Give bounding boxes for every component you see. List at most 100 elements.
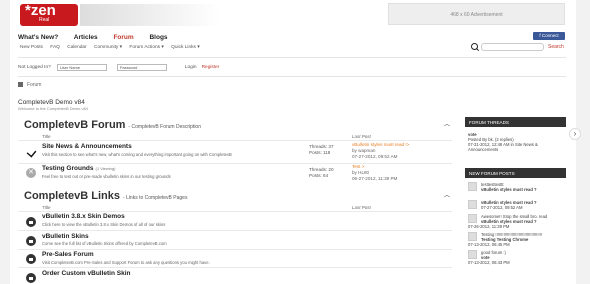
forum-title[interactable]: vBulletin 3.8.x Skin Demos [42,213,125,220]
page: *zen Real 468 x 60 Advertisement What's … [0,0,590,284]
username-field[interactable] [56,64,107,71]
logo-sub: Real [39,17,50,23]
subnav-new-posts[interactable]: New Posts [20,45,43,50]
avatar [468,200,477,209]
col-last-post: Last Post [352,205,371,210]
next-arrow-icon[interactable]: › [569,128,581,140]
avatar [468,232,477,241]
page-title: CompletevB Demo v84 [18,99,85,106]
forum-desc: Visit CompletevB.com Pre-Sales and Suppo… [42,260,210,265]
post-thread[interactable]: vBulletin styles must read ? [468,187,563,192]
post-date: 07-13-2012, 06:43 PM [468,260,510,265]
lock-icon [26,254,36,264]
forum-name[interactable]: vBulletin 3.8.x Skin Demos [42,213,125,220]
search-button[interactable]: Search [548,44,564,50]
subnav-calendar[interactable]: Calendar [67,45,86,50]
forum-desc: Feel free to test out or pre-made vbulle… [42,174,171,179]
nav-articles[interactable]: Articles [74,34,98,41]
subnav-faq[interactable]: FAQ [50,45,60,50]
login-button[interactable]: Login [185,65,197,70]
main-nav: What's New? Articles Forum Blogs [18,34,182,41]
forum-desc: Click here to view the vBulletin 3.8.x S… [42,222,166,227]
lock-icon [26,217,36,227]
forum-read-icon [26,147,36,157]
forum-title[interactable]: Order Custom vBulletin Skin [42,270,131,277]
post-count: Posts: 64 [309,173,329,178]
avatar [468,214,477,223]
forum-threads-widget: FORUM THREADS vote Posted By bk. (2 repl… [465,117,566,157]
header-gradient [80,4,220,26]
forum-stats: Threads: 20 Posts: 64 [309,167,334,179]
register-link[interactable]: Register [202,65,220,70]
post-date: 07-26-2012, 11:39 PM [468,224,510,229]
forum-last-post: Test > by HL80 06-27-2012, 11:39 PM [352,164,397,182]
post-date: 07-13-2012, 06:45 PM [468,242,510,247]
forum-name[interactable]: Testing Grounds [42,165,94,172]
facebook-connect-button[interactable]: f Connect [533,32,565,40]
viewing-count: (1 Viewing) [95,166,116,171]
forum-name[interactable]: Site News & Announcements [42,143,132,150]
advertisement-banner[interactable]: 468 x 60 Advertisement [388,3,565,25]
password-field[interactable] [116,64,167,71]
nav-forum[interactable]: Forum [113,34,133,41]
category-name: CompletevB Forum [24,119,126,131]
lock-icon [26,236,36,246]
nav-blogs[interactable]: Blogs [149,34,167,41]
breadcrumb-forum[interactable]: Forum [27,82,41,88]
forum-title[interactable]: vBulletin Skins [42,233,89,240]
nav-whats-new[interactable]: What's New? [18,34,58,41]
search-input[interactable] [481,43,544,51]
home-icon[interactable] [18,82,23,88]
site-logo[interactable]: *zen Real [20,3,78,26]
post-item[interactable]: testtesttesttt vBulletin styles must rea… [468,182,563,200]
col-last-post: Last Post [352,134,371,139]
collapse-icon[interactable]: ︿ [444,193,452,199]
post-item[interactable]: good forum :) vote 07-13-2012, 06:43 PM [468,250,563,268]
login-bar: Not Logged In? Login Register [18,64,219,71]
page-subtitle: Welcome to the CompletevB Demo v84 [18,106,88,111]
category-name: CompletevB Links [24,190,120,202]
forum-title[interactable]: Testing Grounds (1 Viewing) [42,165,115,172]
forum-last-post: vBulletin styles must read !> by wapman … [352,142,409,160]
search-icon [471,43,478,50]
forum-desc: Come see the full list of vBulletin Skin… [42,241,167,246]
category-title[interactable]: CompletevB Links - Links to CompletevB Pa… [24,190,187,202]
col-title: Title [42,205,51,210]
avatar [468,182,477,191]
new-forum-posts-widget: NEW FORUM POSTS testtesttesttt vBulletin… [465,168,566,272]
avatar [468,250,477,259]
widget-title: FORUM THREADS [465,117,566,127]
post-count: Posts: 118 [309,150,331,155]
thread-item[interactable]: vote Posted By bk. (2 replies) 07-31-201… [465,127,566,157]
not-logged-in-label: Not Logged In? [18,65,51,70]
forum-name[interactable]: vBulletin Skins [42,233,89,240]
last-post-date: 07-27-2012, 09:52 AM [352,154,398,159]
sub-nav: New Posts FAQ Calendar Community ▾ Forum… [20,45,206,50]
post-item[interactable]: Awesome!! Stop the small bro. read vBull… [468,214,563,232]
post-item[interactable]: Testing !!!!!!!!!!!!!!!!!!!!!!!!!!!!!!!!… [468,232,563,250]
subnav-forum-actions[interactable]: Forum Actions ▾ [129,45,163,50]
divider [18,249,452,250]
post-list: testtesttesttt vBulletin styles must rea… [465,178,566,272]
forum-title[interactable]: Pre-Sales Forum [42,251,94,258]
forum-name[interactable]: Pre-Sales Forum [42,251,94,258]
category-desc: - Links to CompletevB Pages [122,195,188,201]
col-title: Title [42,134,51,139]
lock-icon [26,273,36,283]
forum-name[interactable]: Order Custom vBulletin Skin [42,270,131,277]
breadcrumb: Forum [18,82,41,88]
thread-forum[interactable]: Announcements [468,147,563,152]
collapse-icon[interactable]: ︿ [444,122,452,128]
category-desc: - CompletevB Forum Description [128,124,201,130]
divider [18,211,452,212]
subnav-quick-links[interactable]: Quick Links ▾ [171,45,200,50]
divider [18,267,452,268]
category-title[interactable]: CompletevB Forum - CompletevB Forum Descr… [24,119,201,131]
forum-stats: Threads: 37 Posts: 118 [309,144,334,156]
last-post-date: 06-27-2012, 11:39 PM [352,176,398,181]
subnav-community[interactable]: Community ▾ [94,45,122,50]
forum-new-icon: ✕ [26,168,36,178]
forum-desc: Visit this section to see what's new, wh… [42,152,232,157]
forum-title[interactable]: Site News & Announcements [42,143,132,150]
post-item[interactable]: vBulletin styles must read ? 07-27-2012,… [468,200,563,214]
